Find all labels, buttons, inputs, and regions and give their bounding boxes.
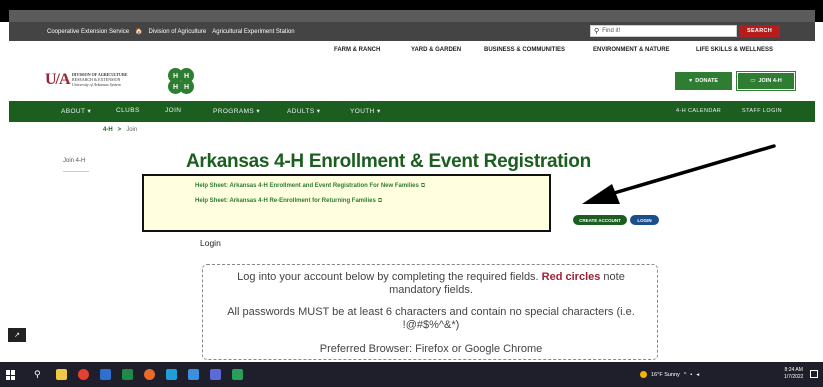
password-notice: All passwords MUST be at least 6 charact…	[227, 306, 635, 331]
weather-text[interactable]: 16°F Sunny	[651, 372, 680, 378]
nav-about[interactable]: ABOUT ▾	[61, 107, 91, 115]
help-sheet-new-families-link[interactable]: Help Sheet: Arkansas 4-H Enrollment and …	[195, 183, 425, 190]
nav-yard-garden[interactable]: YARD & GARDEN	[411, 47, 461, 53]
search-placeholder: Find it!	[602, 28, 621, 34]
firefox-icon[interactable]	[144, 369, 155, 380]
browser-page: Cooperative Extension Service 🏠 Division…	[0, 0, 823, 387]
excel-icon[interactable]	[122, 369, 133, 380]
clock-date: 1/7/2022	[784, 374, 804, 380]
breadcrumb: 4-H > Join	[103, 127, 137, 133]
logo-line-3: University of Arkansas System	[72, 82, 121, 87]
help-sheet-returning-families-link[interactable]: Help Sheet: Arkansas 4-H Re-Enrollment f…	[195, 198, 382, 205]
cooperative-extension-link[interactable]: Cooperative Extension Service	[47, 29, 129, 35]
logo-row: U/A DIVISION OF AGRICULTURE RESEARCH & E…	[9, 61, 815, 101]
monitor-icon: ▭	[750, 78, 756, 84]
utility-bar: Cooperative Extension Service 🏠 Division…	[9, 22, 815, 41]
login-heading: Login	[200, 238, 221, 248]
join-4h-button[interactable]: ▭ JOIN 4-H	[736, 71, 796, 91]
breadcrumb-home[interactable]: 4-H	[103, 127, 113, 133]
red-circles-text: Red circles	[541, 271, 601, 283]
search-button[interactable]: SEARCH	[739, 25, 780, 37]
create-account-button[interactable]: CREATE ACCOUNT	[573, 215, 627, 225]
nav-staff-login[interactable]: STAFF LOGIN	[742, 108, 782, 114]
word-icon[interactable]	[100, 369, 111, 380]
windows-start-icon[interactable]	[6, 370, 16, 380]
help-link-label: Help Sheet: Arkansas 4-H Re-Enrollment f…	[195, 198, 376, 204]
edge-icon[interactable]	[166, 369, 177, 380]
category-nav: FARM & RANCH YARD & GARDEN BUSINESS & CO…	[9, 41, 815, 61]
join-label: JOIN 4-H	[758, 78, 782, 84]
clover-letter: H	[173, 73, 178, 80]
mail-icon[interactable]	[210, 369, 221, 380]
clover-letter: H	[184, 73, 189, 80]
clover-letter: H	[184, 84, 189, 91]
donate-label: DONATE	[695, 78, 719, 84]
main-nav: ABOUT ▾ CLUBS JOIN PROGRAMS ▾ ADULTS ▾ Y…	[9, 101, 815, 122]
help-sheet-box: Help Sheet: Arkansas 4-H Enrollment and …	[142, 174, 551, 232]
clover-letter: H	[173, 84, 178, 91]
taskbar-clock[interactable]: 8:24 AM 1/7/2022	[784, 367, 803, 381]
nav-business-communities[interactable]: BUSINESS & COMMUNITIES	[484, 47, 565, 53]
network-icon[interactable]: ▪	[690, 372, 692, 378]
page-title: Arkansas 4-H Enrollment & Event Registra…	[186, 151, 591, 172]
sidebar-item-join-4h[interactable]: Join 4-H	[63, 158, 85, 164]
division-agriculture-link[interactable]: Division of Agriculture	[149, 29, 207, 35]
nav-youth[interactable]: YOUTH ▾	[350, 107, 381, 115]
uada-logo[interactable]: U/A DIVISION OF AGRICULTURE RESEARCH & E…	[45, 69, 165, 93]
breadcrumb-separator: >	[117, 127, 122, 133]
nav-join[interactable]: JOIN	[165, 107, 181, 114]
tab-strip	[9, 10, 815, 22]
ua-logo-mark: U/A	[45, 71, 71, 88]
4h-clover-icon[interactable]: H H H H	[165, 66, 197, 96]
login-instructions-box: Log into your account below by completin…	[202, 264, 658, 360]
search-input[interactable]: ⚲ Find it!	[590, 25, 737, 37]
clock-time: 8:24 AM	[784, 367, 803, 373]
nav-life-skills-wellness[interactable]: LIFE SKILLS & WELLNESS	[696, 47, 773, 53]
notification-icon[interactable]	[810, 370, 818, 378]
tray-chevron-icon[interactable]: ^	[684, 372, 687, 378]
required-fields-notice: Log into your account below by completin…	[237, 271, 625, 296]
donate-button[interactable]: ♥ DONATE	[675, 72, 732, 90]
app-icon[interactable]	[188, 369, 199, 380]
sheets-icon[interactable]	[232, 369, 243, 380]
help-link-label: Help Sheet: Arkansas 4-H Enrollment and …	[195, 183, 419, 189]
weather-sun-icon	[640, 371, 647, 378]
external-link-icon: ⧉	[420, 183, 426, 189]
sidebar-divider	[63, 171, 89, 172]
ag-experiment-station-link[interactable]: Agricultural Experiment Station	[212, 29, 294, 35]
hand-heart-icon: ♥	[688, 78, 693, 84]
browser-notice: Preferred Browser: Firefox or Google Chr…	[319, 343, 543, 355]
nav-4h-calendar[interactable]: 4-H CALENDAR	[676, 108, 721, 114]
annotation-arrow-icon	[582, 144, 776, 204]
taskbar-search-icon[interactable]: ⚲	[34, 369, 41, 380]
breadcrumb-current: Join	[126, 127, 138, 133]
nav-environment-nature[interactable]: ENVIRONMENT & NATURE	[593, 47, 670, 53]
file-explorer-icon[interactable]	[56, 369, 67, 380]
browser-top-edge	[0, 0, 823, 22]
nav-farm-ranch[interactable]: FARM & RANCH	[334, 47, 380, 53]
home-icon[interactable]: 🏠	[135, 28, 142, 35]
nav-clubs[interactable]: CLUBS	[116, 107, 140, 114]
external-link-icon: ⧉	[377, 198, 383, 204]
nav-adults[interactable]: ADULTS ▾	[287, 107, 320, 115]
nav-programs[interactable]: PROGRAMS ▾	[213, 107, 260, 115]
volume-icon[interactable]: ◂	[696, 372, 699, 378]
search-icon: ⚲	[594, 28, 600, 35]
login-button[interactable]: LOGIN	[630, 215, 659, 225]
expand-chart-icon[interactable]: ↗	[8, 328, 26, 342]
chrome-icon[interactable]	[78, 369, 89, 380]
windows-taskbar: ⚲ 16°F Sunny ^ ▪ ◂ 8:24 AM 1/7/2022	[0, 362, 823, 387]
